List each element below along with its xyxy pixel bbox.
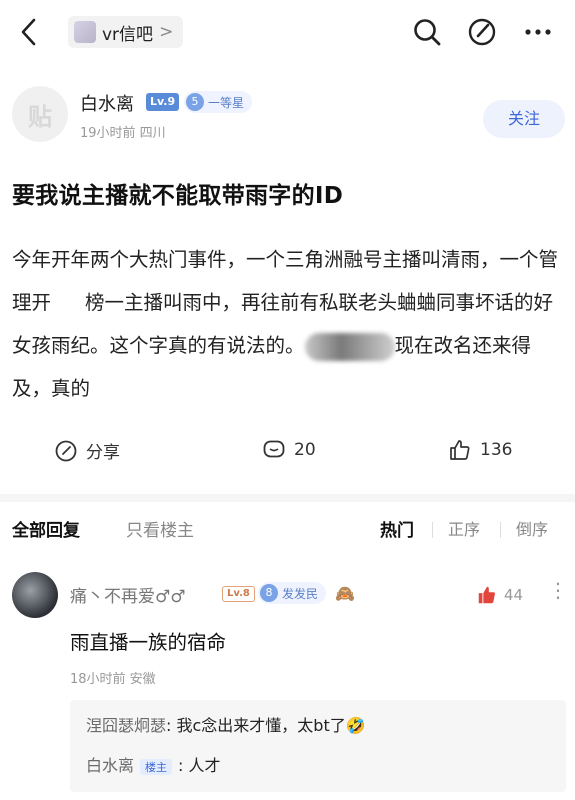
comment-icon [263,440,285,458]
host-badge: 楼主 [140,758,173,775]
share-label: 分享 [86,443,120,463]
like-button[interactable]: 136 [448,438,512,462]
thumbs-up-icon [450,440,470,460]
rank-badge: 5 一等星 [184,91,253,113]
comment-text: 雨直播一族的宿命 [70,631,227,654]
comment-meta: 18小时前 安徽 [70,672,156,687]
comment-like-button[interactable]: 44 [476,584,523,606]
sub-reply: 涅囧瑟炯瑟: 我c念出来才懂，太bt了🤣 [86,712,366,736]
tab-all-replies[interactable]: 全部回复 [12,516,80,541]
sub-reply-author[interactable]: 白水离 [86,756,134,775]
post-title: 要我说主播就不能取带雨字的ID [12,183,344,209]
like-count: 136 [480,440,513,460]
comment-like-count: 44 [504,586,524,604]
post-body: 今年开年两个大热门事件，一个三角洲融号主播叫清雨，一个管理开 榜一主播叫雨中，再往… [12,238,562,410]
reply-tabs: 全部回复 只看楼主 热门 正序 倒序 [0,510,575,550]
tab-separator [432,522,433,538]
more-icon[interactable] [522,16,554,48]
comment-count: 20 [294,440,316,460]
back-icon[interactable] [14,14,44,50]
commenter-rank-badge: 8 发发民 [258,582,327,604]
comment-item: 痛丶不再爱♂♂ Lv.8 8 发发民 🙈 44 ⋮ 雨直播一族的宿命 18小时前… [0,566,575,800]
rank-number: 5 [186,93,204,111]
top-bar: vr信吧 > [0,0,575,64]
forum-name: vr信吧 [102,24,154,45]
edit-icon[interactable] [466,16,498,48]
share-button[interactable]: 分享 [54,438,120,463]
tab-only-host[interactable]: 只看楼主 [126,516,194,541]
author-name[interactable]: 白水离 [80,90,134,116]
colon: : [166,716,177,735]
action-bar: 分享 20 136 [0,430,575,476]
commenter-level-badge: Lv.8 [222,586,255,602]
tab-asc[interactable]: 正序 [448,516,480,540]
more-vertical-icon[interactable]: ⋮ [548,578,568,602]
thumbs-up-filled-icon [478,586,495,604]
commenter-emoji: 🙈 [335,584,355,603]
post-meta: 19小时前 四川 [80,126,166,141]
colon: : [178,756,189,775]
tab-desc[interactable]: 倒序 [516,516,548,540]
redacted-blur [304,332,395,361]
sub-reply-author[interactable]: 涅囧瑟炯瑟 [86,716,166,735]
comment-button[interactable]: 20 [262,438,316,462]
sub-reply-text: 人才 [188,756,221,775]
commenter-rank-name: 发发民 [282,586,319,601]
forum-chip[interactable]: vr信吧 > [68,16,184,48]
share-icon [55,440,77,461]
sub-reply-text: 我c念出来才懂，太bt了🤣 [176,716,366,735]
tab-separator [500,522,501,538]
author-row: 贴 白水离 Lv.9 5 一等星 19小时前 四川 关注 [0,84,575,150]
chevron-right-icon: > [159,22,174,42]
forum-avatar [74,21,96,43]
commenter-name[interactable]: 痛丶不再爱♂♂ [70,582,185,607]
author-avatar[interactable]: 贴 [12,86,68,142]
section-divider [0,494,575,502]
level-badge: Lv.9 [146,93,180,111]
rank-name: 一等星 [208,95,245,110]
sub-reply: 白水离 楼主: 人才 [86,752,221,776]
follow-button[interactable]: 关注 [483,100,565,138]
commenter-rank-number: 8 [260,584,278,602]
tab-hot[interactable]: 热门 [380,516,414,541]
commenter-avatar[interactable] [12,572,58,618]
sub-replies[interactable]: 涅囧瑟炯瑟: 我c念出来才懂，太bt了🤣 白水离 楼主: 人才 [70,700,566,792]
search-icon[interactable] [411,16,443,48]
